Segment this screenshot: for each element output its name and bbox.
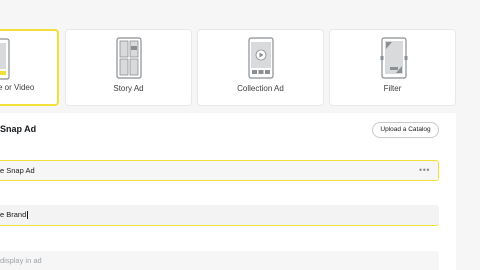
ad-name-value: e Snap Ad <box>0 166 35 175</box>
ad-format-card-single-image[interactable]: e or Video <box>0 29 59 106</box>
stage: e or Video Story Ad Collection Ad Filter… <box>0 0 480 270</box>
ad-format-card-collection-ad[interactable]: Collection Ad <box>197 29 324 106</box>
headline-placeholder: display in ad <box>0 256 42 265</box>
upload-catalog-button[interactable]: Upload a Catalog <box>372 122 439 138</box>
text-caret <box>27 211 29 220</box>
section-title: Snap Ad <box>0 124 37 134</box>
right-gutter <box>456 29 480 270</box>
ad-format-label: e or Video <box>0 83 35 92</box>
ad-format-label: Story Ad <box>113 84 144 93</box>
ad-format-label: Filter <box>383 84 402 93</box>
story-ad-icon <box>116 37 142 79</box>
ad-format-label: Collection Ad <box>237 84 284 93</box>
filter-icon <box>380 37 408 79</box>
brand-name-field[interactable]: e Brand <box>0 205 439 226</box>
collection-ad-icon <box>248 37 274 79</box>
ad-format-card-filter[interactable]: Filter <box>329 29 456 106</box>
brand-name-value: e Brand <box>0 210 27 219</box>
ad-format-card-story-ad[interactable]: Story Ad <box>65 29 192 106</box>
single-image-icon <box>0 38 10 80</box>
ad-name-field[interactable]: e Snap Ad ••• <box>0 160 439 181</box>
headline-field[interactable]: display in ad <box>0 251 439 270</box>
ad-format-cards: e or Video Story Ad Collection Ad Filter <box>0 29 456 107</box>
more-options-icon[interactable]: ••• <box>419 161 430 180</box>
